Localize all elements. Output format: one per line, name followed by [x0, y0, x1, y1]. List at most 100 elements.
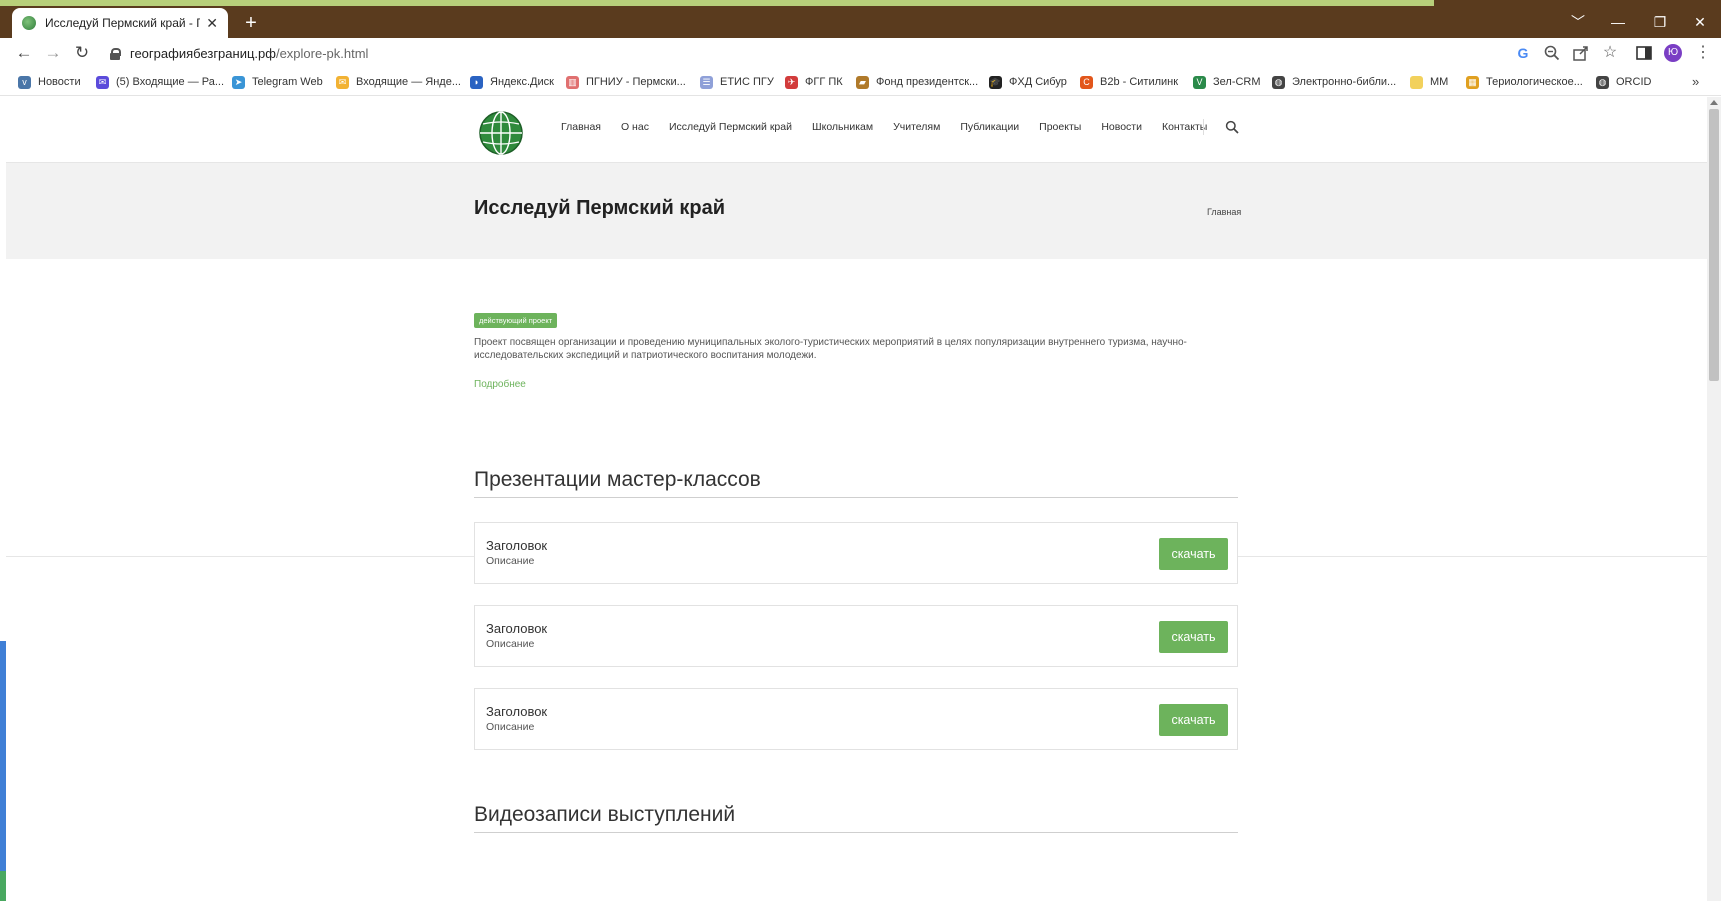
section-divider — [474, 832, 1238, 833]
download-button[interactable]: скачать — [1159, 621, 1228, 653]
presentations-heading: Презентации мастер-классов — [474, 468, 761, 491]
page-viewport: Главная О нас Исследуй Пермский край Шко… — [0, 97, 1721, 901]
bookmark-label: B2b - Ситилинк — [1100, 76, 1179, 88]
side-panel-icon[interactable] — [1634, 43, 1654, 63]
bookmark-label: Териологическое... — [1486, 76, 1583, 88]
new-tab-button[interactable]: + — [238, 10, 264, 36]
minimize-button[interactable]: — — [1598, 6, 1638, 38]
bookmark-item[interactable]: C B2b - Ситилинк — [1080, 74, 1178, 90]
url-host: географиябезграниц.рф — [130, 45, 276, 61]
card-title: Заголовок — [486, 621, 548, 636]
nav-item-news[interactable]: Новости — [1101, 121, 1142, 133]
search-icon[interactable] — [1225, 120, 1239, 134]
tab-title: Исследуй Пермский край - Геог — [45, 16, 201, 30]
download-button[interactable]: скачать — [1159, 704, 1228, 736]
site-logo-icon[interactable] — [474, 109, 529, 155]
nav-item-students[interactable]: Школьникам — [812, 121, 873, 133]
card-description: Описание — [486, 721, 535, 733]
scrollbar-thumb[interactable] — [1709, 109, 1719, 381]
bookmark-item[interactable]: ✉ Входящие — Янде... — [336, 74, 461, 90]
bookmark-label: Входящие — Янде... — [356, 76, 461, 88]
bookmark-item[interactable]: ➤ Telegram Web — [232, 74, 323, 90]
site-favicon-icon — [22, 16, 36, 30]
download-card: Заголовок Описание скачать — [474, 522, 1238, 584]
bookmark-item[interactable]: v Новости — [18, 74, 81, 90]
download-button[interactable]: скачать — [1159, 538, 1228, 570]
reload-icon[interactable]: ↻ — [70, 42, 94, 64]
share-icon[interactable] — [1571, 43, 1591, 63]
url-field[interactable]: географиябезграниц.рф/explore-pk.html — [110, 42, 368, 64]
bookmark-item[interactable]: ✈ ФГГ ПК — [785, 74, 843, 90]
kebab-menu-icon[interactable]: ⋮ — [1693, 43, 1713, 63]
section-divider — [474, 497, 1238, 498]
fund-icon: ▰ — [856, 75, 869, 89]
bookmarks-overflow-icon[interactable]: » — [1692, 74, 1699, 89]
bookmark-label: (5) Входящие — Ра... — [116, 76, 225, 88]
address-bar: ← → ↻ географиябезграниц.рф/explore-pk.h… — [0, 38, 1721, 68]
left-edge-strip — [0, 641, 6, 871]
card-description: Описание — [486, 638, 535, 650]
nav-item-contacts[interactable]: Контакты — [1162, 121, 1207, 133]
back-arrow-icon[interactable]: ← — [12, 42, 36, 64]
page-scrollbar[interactable] — [1707, 97, 1721, 901]
forward-arrow-icon[interactable]: → — [41, 42, 65, 64]
breadcrumb[interactable]: Главная — [1207, 207, 1241, 217]
tab-search-icon[interactable]: ﹀ — [1558, 6, 1598, 38]
download-card: Заголовок Описание скачать — [474, 605, 1238, 667]
nav-item-about[interactable]: О нас — [621, 121, 649, 133]
project-description: Проект посвящен организации и проведению… — [474, 337, 1187, 361]
bookmark-item[interactable]: ◗ Яндекс.Диск — [470, 74, 554, 90]
close-window-button[interactable]: ✕ — [1680, 6, 1720, 38]
bookmark-label: ПГНИУ - Пермски... — [586, 76, 686, 88]
scroll-up-arrow-icon[interactable] — [1710, 100, 1718, 105]
bookmark-label: Telegram Web — [252, 76, 323, 88]
page-title-band: Исследуй Пермский край Главная — [6, 163, 1707, 259]
url-path: /explore-pk.html — [275, 45, 369, 61]
yandex-mail-icon: ✉ — [336, 75, 349, 89]
profile-avatar[interactable]: Ю — [1664, 44, 1682, 62]
site-header: Главная О нас Исследуй Пермский край Шко… — [6, 97, 1707, 163]
more-link[interactable]: Подробнее — [474, 379, 526, 390]
nav-item-teachers[interactable]: Учителям — [893, 121, 940, 133]
bookmarks-bar: v Новости ✉ (5) Входящие — Ра... ➤ Telegram W… — [0, 68, 1721, 96]
bookmark-label: ORCID — [1616, 76, 1652, 88]
bookmark-label: Яндекс.Диск — [490, 76, 554, 88]
yandex-disk-icon: ◗ — [470, 75, 483, 89]
page-title: Исследуй Пермский край — [474, 197, 726, 219]
card-title: Заголовок — [486, 704, 548, 719]
bookmark-item[interactable]: ✉ (5) Входящие — Ра... — [96, 74, 224, 90]
card-description: Описание — [486, 555, 535, 567]
videos-heading: Видеозаписи выступлений — [474, 803, 736, 826]
tab-active[interactable]: Исследуй Пермский край - Геог ✕ — [12, 8, 228, 38]
tab-close-icon[interactable]: ✕ — [206, 15, 218, 32]
bookmark-item[interactable]: 🎓 ФХД Сибур — [989, 74, 1067, 90]
bookmark-label: Электронно-библи... — [1292, 76, 1397, 88]
bookmark-item[interactable]: ☰ ЕТИС ПГУ — [700, 74, 774, 90]
globe-icon: ◍ — [1596, 75, 1609, 89]
main-nav: Главная О нас Исследуй Пермский край Шко… — [561, 121, 1227, 133]
nav-item-projects[interactable]: Проекты — [1039, 121, 1081, 133]
nav-item-explore[interactable]: Исследуй Пермский край — [669, 121, 792, 133]
graduation-cap-icon: 🎓 — [989, 75, 1002, 89]
folder-icon — [1410, 75, 1423, 89]
etis-icon: ☰ — [700, 75, 713, 89]
bookmark-item[interactable]: ▰ Фонд президентск... — [856, 74, 978, 90]
bookmark-item[interactable]: V Зел-CRM — [1193, 74, 1261, 90]
bookmark-label: ФГГ ПК — [805, 76, 843, 88]
zoom-icon[interactable] — [1542, 43, 1562, 63]
nav-item-publications[interactable]: Публикации — [960, 121, 1019, 133]
bookmark-item[interactable]: ◍ ORCID — [1596, 74, 1651, 90]
bookmark-item[interactable]: ◍ Электронно-библи... — [1272, 74, 1396, 90]
restore-button[interactable]: ❐ — [1640, 6, 1680, 38]
project-section: действующий проект Проект посвящен орган… — [6, 259, 1707, 557]
bookmark-star-icon[interactable]: ☆ — [1600, 43, 1620, 63]
vk-icon: v — [18, 75, 31, 89]
bookmark-label: Зел-CRM — [1213, 76, 1261, 88]
lock-icon[interactable] — [110, 47, 121, 60]
google-translate-icon[interactable]: G — [1513, 43, 1533, 63]
bookmark-item[interactable]: ▦ Териологическое... — [1466, 74, 1583, 90]
bookmark-item[interactable]: ▥ ПГНИУ - Пермски... — [566, 74, 686, 90]
nav-item-home[interactable]: Главная — [561, 121, 601, 133]
telegram-icon: ➤ — [232, 75, 245, 89]
bookmark-item[interactable]: ММ — [1410, 74, 1448, 90]
